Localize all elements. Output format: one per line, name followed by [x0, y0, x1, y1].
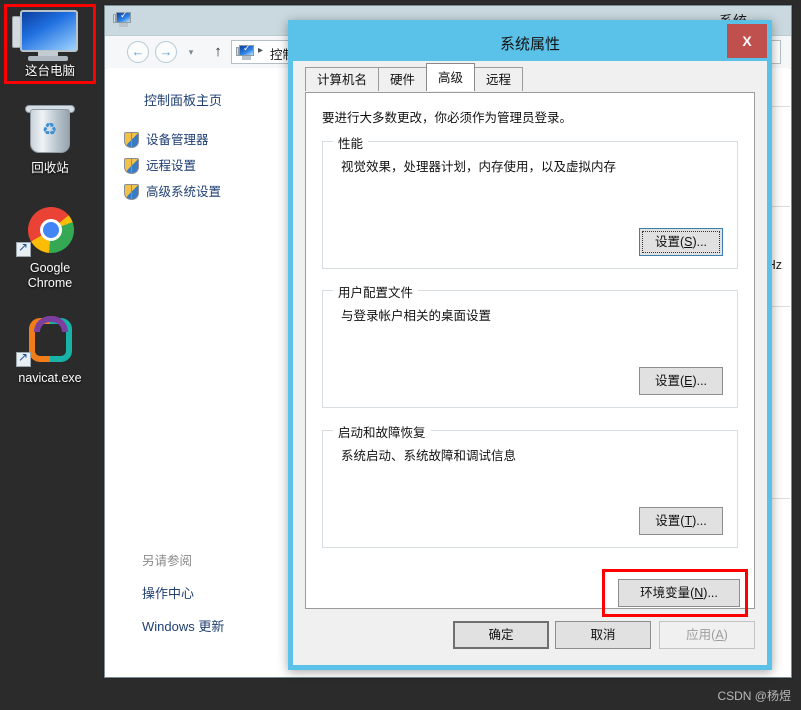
close-icon[interactable]: X — [727, 24, 767, 58]
user-profiles-group-description: 与登录帐户相关的桌面设置 — [341, 309, 492, 323]
desktop-icon-navicat[interactable]: navicat.exe — [6, 315, 94, 386]
shield-icon — [124, 158, 139, 174]
desktop-icon-label: 回收站 — [31, 161, 69, 175]
environment-variables-button[interactable]: 环境变量(N)... — [618, 579, 740, 607]
back-button[interactable]: ← — [127, 41, 149, 63]
shield-icon — [124, 184, 139, 200]
tab-computer-name[interactable]: 计算机名 — [305, 67, 380, 91]
tab-advanced[interactable]: 高级 — [426, 63, 476, 91]
desktop-icon-label: navicat.exe — [18, 371, 82, 385]
dialog-title: 系统属性 — [499, 36, 560, 53]
ok-button[interactable]: 确定 — [453, 621, 549, 649]
startup-recovery-group: 启动和故障恢复 系统启动、系统故障和调试信息 设置(T)... — [322, 422, 738, 548]
computer-icon — [236, 43, 255, 61]
sidebar-item-label: 高级系统设置 — [146, 185, 222, 199]
sidebar-item-remote-settings[interactable]: 远程设置 — [124, 153, 306, 179]
sidebar-item-label: 设备管理器 — [146, 133, 209, 147]
startup-recovery-settings-button[interactable]: 设置(T)... — [639, 507, 723, 535]
breadcrumb-separator-icon: ▸ — [258, 45, 264, 56]
system-properties-dialog[interactable]: 系统属性 X 计算机名 硬件 高级 远程 要进行大多数更改，你必须作为管理员登录… — [288, 20, 772, 670]
apply-button[interactable]: 应用(A) — [659, 621, 755, 649]
advanced-tab-panel: 要进行大多数更改，你必须作为管理员登录。 性能 视觉效果，处理器计划，内存使用，… — [305, 92, 755, 617]
sidebar-item-device-manager[interactable]: 设备管理器 — [124, 127, 306, 153]
recent-locations-dropdown-icon[interactable]: ▾ — [183, 41, 199, 63]
see-also-action-center[interactable]: 操作中心 — [142, 583, 302, 602]
performance-group-description: 视觉效果，处理器计划，内存使用，以及虚拟内存 — [341, 160, 617, 174]
desktop-icon-this-pc[interactable]: 这台电脑 — [6, 8, 94, 79]
dialog-title-bar[interactable]: 系统属性 X — [293, 24, 767, 61]
performance-group-title: 性能 — [333, 133, 369, 152]
see-also-windows-update[interactable]: Windows 更新 — [142, 616, 302, 635]
monitor-icon — [6, 8, 94, 61]
desktop-icon-label: 这台电脑 — [24, 64, 75, 78]
dialog-tab-strip: 计算机名 硬件 高级 远程 — [305, 63, 524, 93]
shield-icon — [124, 132, 139, 148]
performance-group: 性能 视觉效果，处理器计划，内存使用，以及虚拟内存 设置(S)... — [322, 133, 738, 269]
explorer-sidebar: 控制面板主页 设备管理器 远程设置 高级系统设置 另请参阅 操作中心 Windo… — [106, 68, 306, 667]
sidebar-item-advanced-system-settings[interactable]: 高级系统设置 — [124, 179, 306, 205]
tab-remote[interactable]: 远程 — [474, 67, 524, 91]
startup-recovery-group-description: 系统启动、系统故障和调试信息 — [341, 449, 517, 463]
desktop-icon-google-chrome[interactable]: Google Chrome — [6, 205, 94, 291]
chrome-icon — [6, 205, 94, 257]
navicat-icon — [6, 315, 94, 367]
user-profiles-settings-button[interactable]: 设置(E)... — [639, 367, 723, 395]
watermark: CSDN @杨煜 — [717, 689, 791, 703]
performance-settings-button[interactable]: 设置(S)... — [639, 228, 723, 256]
startup-recovery-group-title: 启动和故障恢复 — [333, 422, 431, 441]
see-also-section: 另请参阅 操作中心 Windows 更新 — [142, 550, 302, 649]
tab-hardware[interactable]: 硬件 — [378, 67, 428, 91]
desktop-icon-label: Google Chrome — [27, 261, 73, 290]
up-one-level-button[interactable]: ↑ — [209, 41, 227, 63]
user-profiles-group: 用户配置文件 与登录帐户相关的桌面设置 设置(E)... — [322, 282, 738, 408]
dialog-body: 计算机名 硬件 高级 远程 要进行大多数更改，你必须作为管理员登录。 性能 视觉… — [293, 61, 767, 665]
user-profiles-group-title: 用户配置文件 — [333, 282, 419, 301]
recycle-bin-icon: ♻ — [6, 105, 94, 157]
cancel-button[interactable]: 取消 — [555, 621, 651, 649]
see-also-header: 另请参阅 — [142, 554, 193, 568]
forward-button[interactable]: → — [155, 41, 177, 63]
computer-icon — [113, 10, 132, 29]
desktop-icon-recycle-bin[interactable]: ♻ 回收站 — [6, 105, 94, 176]
dialog-footer: 确定 取消 应用(A) — [305, 613, 755, 657]
admin-note-text: 要进行大多数更改，你必须作为管理员登录。 — [322, 111, 573, 125]
sidebar-item-label: 远程设置 — [146, 159, 197, 173]
sidebar-control-panel-home[interactable]: 控制面板主页 — [144, 90, 306, 109]
